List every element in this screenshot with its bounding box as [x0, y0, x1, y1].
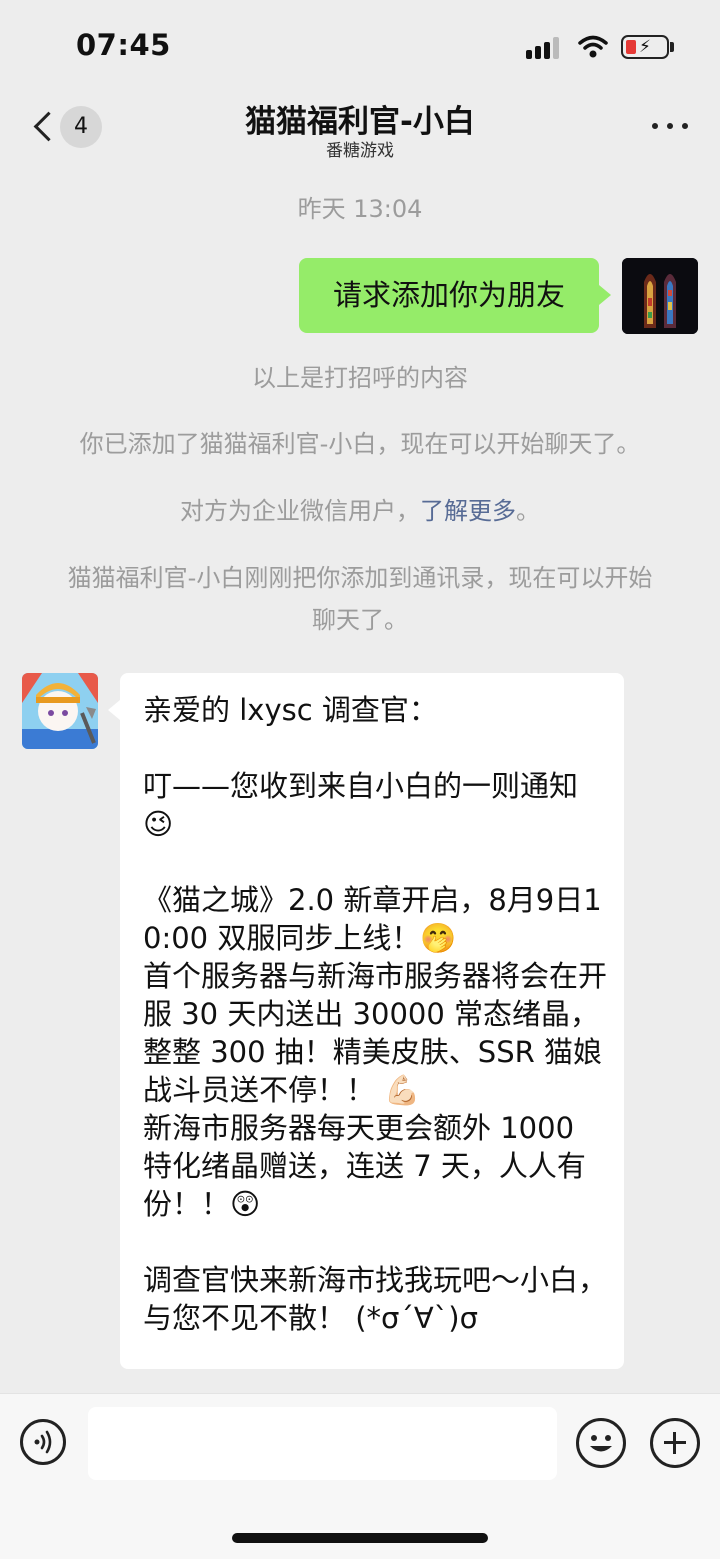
enterprise-note-suffix: 。	[516, 497, 540, 525]
sender-avatar[interactable]	[22, 673, 98, 749]
incoming-message-bubble[interactable]: 亲爱的 lxysc 调查官： 叮——您收到来自小白的一则通知 😉 《猫之城》2.…	[108, 673, 624, 1369]
battery-cap	[670, 42, 674, 52]
voice-waves-graphic	[34, 1430, 52, 1454]
emoji-icon[interactable]	[576, 1418, 626, 1468]
system-note-enterprise: 对方为企业微信用户，了解更多。	[40, 490, 680, 532]
enterprise-note-text: 对方为企业微信用户，	[180, 497, 420, 525]
chat-subtitle: 番糖游戏	[326, 141, 394, 161]
my-avatar[interactable]	[622, 258, 698, 334]
learn-more-link[interactable]: 了解更多	[420, 497, 516, 525]
message-input[interactable]	[88, 1407, 557, 1480]
battery-icon: ⚡	[621, 35, 669, 59]
wifi-icon	[578, 34, 608, 60]
voice-icon[interactable]	[20, 1419, 66, 1465]
chat-title: 猫猫福利官-小白	[245, 104, 475, 140]
home-indicator	[232, 1533, 488, 1543]
stained-glass-avatar-image	[622, 258, 698, 334]
message-timestamp: 昨天 13:04	[297, 195, 423, 223]
outgoing-message-bubble[interactable]: 请求添加你为朋友	[299, 258, 611, 333]
system-note-greeting: 以上是打招呼的内容	[252, 364, 468, 392]
status-time: 07:45	[76, 28, 171, 62]
smiley-face-graphic	[590, 1435, 612, 1452]
system-note-added-contacts: 猫猫福利官-小白刚刚把你添加到通讯录，现在可以开始聊天了。	[67, 564, 653, 634]
more-dots-icon[interactable]	[650, 110, 690, 140]
incoming-message-text: 亲爱的 lxysc 调查官： 叮——您收到来自小白的一则通知 😉 《猫之城》2.…	[143, 693, 608, 1335]
system-note-added-friend: 你已添加了猫猫福利官-小白，现在可以开始聊天了。	[79, 430, 641, 458]
plus-icon[interactable]	[650, 1418, 700, 1468]
cat-girl-avatar-image	[22, 673, 98, 749]
cellular-signal-icon	[526, 37, 562, 59]
